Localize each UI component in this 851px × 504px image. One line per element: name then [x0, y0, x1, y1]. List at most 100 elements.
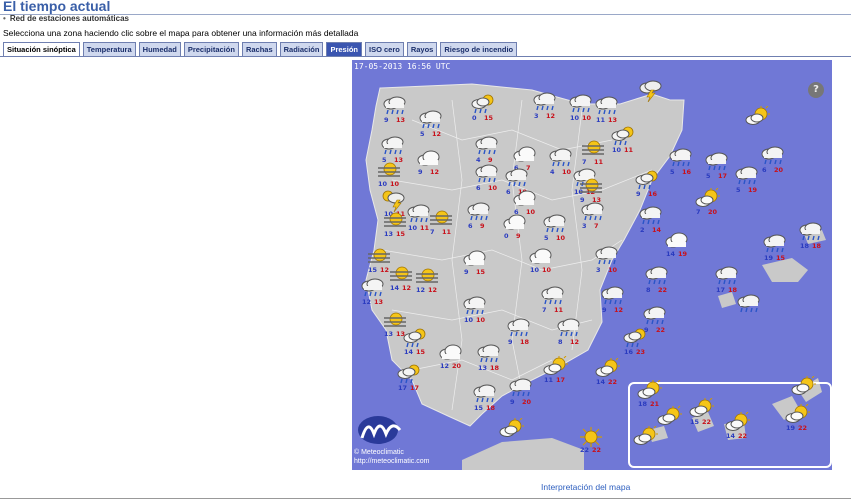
station-marker[interactable]: [790, 376, 816, 406]
station-max-temp: 10: [488, 184, 498, 192]
station-marker[interactable]: [632, 426, 658, 456]
station-marker[interactable]: 14 12: [388, 264, 414, 294]
station-min-temp: 2: [640, 226, 645, 234]
station-marker[interactable]: 10 10: [376, 160, 402, 190]
station-marker[interactable]: 69: [466, 202, 492, 232]
station-marker[interactable]: 10 11: [610, 126, 636, 156]
station-marker[interactable]: 17 17: [396, 364, 422, 394]
station-marker[interactable]: 14 15: [402, 328, 428, 358]
station-marker[interactable]: 16 23: [622, 328, 648, 358]
tab-8[interactable]: Rayos: [406, 42, 438, 57]
station-marker[interactable]: 14 22: [594, 358, 620, 388]
station-marker[interactable]: 6 20: [760, 146, 786, 176]
help-icon[interactable]: ?: [808, 82, 824, 98]
station-marker[interactable]: 9 18: [506, 318, 532, 348]
station-marker[interactable]: 12 20: [438, 342, 464, 372]
station-marker[interactable]: 10 10: [462, 296, 488, 326]
station-marker[interactable]: [656, 406, 682, 436]
station-marker[interactable]: 10 10: [568, 94, 594, 124]
station-marker[interactable]: 6 10: [474, 164, 500, 194]
station-marker[interactable]: 15 18: [472, 384, 498, 414]
station-marker[interactable]: 7 11: [428, 208, 454, 238]
station-marker[interactable]: 17 18: [714, 266, 740, 296]
station-max-temp: 13: [396, 116, 406, 124]
station-max-temp: 12: [430, 168, 440, 176]
station-marker[interactable]: 14 19: [664, 230, 690, 260]
station-marker[interactable]: 9 12: [600, 286, 626, 316]
station-min-temp: 17: [398, 384, 408, 392]
station-marker[interactable]: 2 14: [638, 206, 664, 236]
station-marker[interactable]: [498, 418, 524, 448]
tab-1[interactable]: Temperatura: [82, 42, 136, 57]
station-marker[interactable]: 5 19: [734, 166, 760, 196]
station-marker[interactable]: 11 17: [542, 356, 568, 386]
station-marker[interactable]: 3 12: [532, 92, 558, 122]
station-min-temp: 8: [558, 338, 563, 346]
station-max-temp: 18: [728, 286, 738, 294]
station-marker[interactable]: 19 15: [762, 234, 788, 264]
station-marker[interactable]: 12 13: [360, 278, 386, 308]
station-marker[interactable]: 22 22: [578, 426, 604, 456]
station-marker[interactable]: 12 12: [414, 266, 440, 296]
station-marker[interactable]: 7 11: [540, 286, 566, 316]
station-marker[interactable]: 13 18: [476, 344, 502, 374]
station-marker[interactable]: 9 13: [382, 96, 408, 126]
station-max-temp: 10: [476, 316, 486, 324]
station-marker[interactable]: 3 10: [594, 246, 620, 276]
station-marker[interactable]: [736, 294, 762, 324]
station-marker[interactable]: 9 16: [634, 170, 660, 200]
map-interpretation-link[interactable]: Interpretación del mapa: [541, 482, 630, 492]
station-marker[interactable]: 4 10: [548, 148, 574, 178]
station-marker[interactable]: 9 20: [508, 378, 534, 408]
station-marker[interactable]: 7 11: [580, 138, 606, 168]
station-marker[interactable]: 5 17: [704, 152, 730, 182]
tab-4[interactable]: Rachas: [241, 42, 277, 57]
station-marker[interactable]: 11 13: [594, 96, 620, 126]
credit-url[interactable]: http://meteoclimatic.com: [354, 457, 429, 466]
tab-9[interactable]: Riesgo de incendio: [440, 42, 518, 57]
station-max-temp: 10: [582, 114, 592, 122]
station-min-temp: 10: [464, 316, 474, 324]
station-max-temp: 23: [636, 348, 646, 356]
station-min-temp: 22: [580, 446, 590, 454]
tab-2[interactable]: Humedad: [138, 42, 181, 57]
station-min-temp: 5: [420, 130, 425, 138]
tab-7[interactable]: ISO cero: [364, 42, 404, 57]
station-marker[interactable]: 37: [580, 202, 606, 232]
station-marker[interactable]: 9 12: [416, 148, 442, 178]
station-marker[interactable]: 9 15: [462, 248, 488, 278]
tab-0[interactable]: Situación sinóptica: [3, 42, 80, 57]
station-marker[interactable]: 18 18: [798, 222, 824, 252]
tab-5[interactable]: Radiación: [279, 42, 324, 57]
station-marker[interactable]: 15 22: [688, 398, 714, 428]
station-min-temp: 18: [638, 400, 648, 408]
station-marker[interactable]: 8 12: [556, 318, 582, 348]
station-marker[interactable]: 49: [474, 136, 500, 166]
weather-map[interactable]: 17-05-2013 16:56 UTC ? © Meteoclimatic h…: [352, 60, 832, 470]
station-marker[interactable]: 5 16: [668, 148, 694, 178]
tab-3[interactable]: Precipitación: [183, 42, 239, 57]
station-min-temp: 12: [440, 362, 450, 370]
station-marker[interactable]: 0 15: [470, 94, 496, 124]
station-marker[interactable]: 5 10: [542, 214, 568, 244]
station-min-temp: 14: [390, 284, 400, 292]
station-marker[interactable]: 19 22: [784, 404, 810, 434]
station-marker[interactable]: 8 22: [644, 266, 670, 296]
station-max-temp: 18: [520, 338, 530, 346]
station-marker[interactable]: 5 12: [418, 110, 444, 140]
tab-6[interactable]: Presión: [326, 42, 362, 57]
bullet-icon: •: [3, 14, 6, 23]
station-max-temp: 7: [594, 222, 599, 230]
station-marker[interactable]: 7 20: [694, 188, 720, 218]
station-min-temp: 10: [408, 224, 418, 232]
map-credit: © Meteoclimatic http://meteoclimatic.com: [354, 448, 429, 466]
station-min-temp: 7: [430, 228, 435, 236]
station-min-temp: 9: [508, 338, 513, 346]
station-max-temp: 12: [570, 338, 580, 346]
station-marker[interactable]: [744, 106, 770, 136]
station-marker[interactable]: 09: [502, 212, 528, 242]
station-marker[interactable]: 13 15: [382, 210, 408, 240]
station-marker[interactable]: 10 10: [528, 246, 554, 276]
station-marker[interactable]: 14 22: [724, 412, 750, 442]
station-marker[interactable]: [638, 80, 664, 110]
